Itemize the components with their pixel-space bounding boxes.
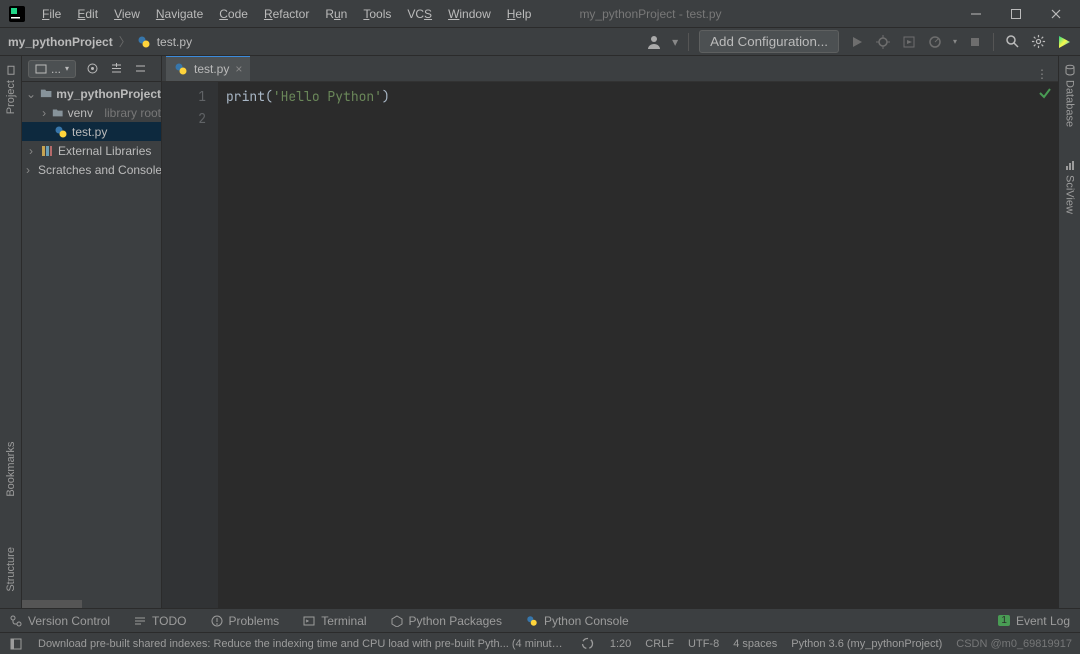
caret-position[interactable]: 1:20: [610, 638, 631, 650]
run-coverage-icon[interactable]: [901, 34, 917, 50]
folder-icon: [40, 87, 52, 101]
library-icon: [40, 144, 54, 158]
python-file-icon: [54, 125, 68, 139]
menu-refactor[interactable]: RefactorRefactor: [256, 3, 317, 25]
left-tool-stripe: Project Structure Bookmarks: [0, 56, 22, 608]
menu-view[interactable]: ViewView: [106, 3, 148, 25]
toolwindows-toggle-icon[interactable]: [8, 636, 24, 652]
project-panel: ... ▾ ⌄ my_pythonProject › venv library …: [22, 56, 162, 608]
menu-help[interactable]: HelpHelp: [499, 3, 540, 25]
watermark-text: CSDN @m0_69819917: [956, 638, 1072, 650]
add-configuration-button[interactable]: Add Configuration...: [699, 30, 839, 53]
tool-window-project[interactable]: Project: [5, 58, 17, 120]
line-separator[interactable]: CRLF: [645, 638, 674, 650]
menu-edit[interactable]: EditEdit: [69, 3, 106, 25]
status-bar: Download pre-built shared indexes: Reduc…: [0, 632, 1080, 654]
python-file-icon: [174, 62, 188, 76]
python-file-icon: [137, 35, 151, 49]
line-number: 2: [162, 108, 206, 130]
background-tasks-icon[interactable]: [580, 636, 596, 652]
tree-root[interactable]: ⌄ my_pythonProject: [22, 84, 161, 103]
app-logo-icon: [8, 5, 26, 23]
run-icon[interactable]: [849, 34, 865, 50]
project-view-selector[interactable]: ... ▾: [28, 60, 76, 78]
panel-scrollbar[interactable]: [22, 600, 161, 608]
window-maximize-icon[interactable]: [996, 0, 1036, 28]
menu-window[interactable]: WindowWindow: [440, 3, 499, 25]
python-interpreter[interactable]: Python 3.6 (my_pythonProject): [791, 638, 942, 650]
tool-window-structure[interactable]: Structure: [5, 547, 17, 592]
menu-file[interactable]: FFileile: [34, 3, 69, 25]
editor-tab-testpy[interactable]: test.py ×: [166, 56, 250, 81]
tool-window-terminal[interactable]: Terminal: [303, 614, 366, 628]
editor-area: test.py × ⋮ 1 2 print('Hello Python'): [162, 56, 1058, 608]
menu-tools[interactable]: ToolsTools: [355, 3, 399, 25]
debug-icon[interactable]: [875, 34, 891, 50]
user-icon[interactable]: [646, 34, 662, 50]
tool-window-python-packages[interactable]: Python Packages: [391, 614, 502, 628]
chevron-right-icon: ›: [26, 163, 30, 177]
bottom-tool-stripe: Version Control TODO Problems Terminal P…: [0, 608, 1080, 632]
tool-window-python-console[interactable]: Python Console: [526, 614, 629, 628]
right-tool-stripe: Database SciView: [1058, 56, 1080, 608]
stop-icon[interactable]: [967, 34, 983, 50]
line-number: 1: [162, 86, 206, 108]
tool-window-problems[interactable]: Problems: [211, 614, 280, 628]
tool-window-bookmarks[interactable]: Bookmarks: [5, 442, 17, 497]
editor-tabs: test.py × ⋮: [162, 56, 1058, 82]
tree-venv[interactable]: › venv library root: [22, 103, 161, 122]
chevron-right-icon: ›: [40, 106, 48, 120]
inspection-ok-icon[interactable]: [1038, 86, 1052, 100]
breadcrumb-file[interactable]: test.py: [157, 35, 192, 49]
project-panel-toolbar: ... ▾: [22, 56, 161, 82]
tree-external-libs[interactable]: › External Libraries: [22, 141, 161, 160]
profile-icon[interactable]: [927, 34, 943, 50]
breadcrumb-project[interactable]: my_pythonProject: [8, 35, 113, 49]
file-encoding[interactable]: UTF-8: [688, 638, 719, 650]
tool-window-database[interactable]: Database: [1064, 58, 1076, 133]
code-editor[interactable]: print('Hello Python'): [218, 82, 1058, 608]
title-bar: FFileile EditEdit ViewView NavigateNavig…: [0, 0, 1080, 28]
close-tab-icon[interactable]: ×: [235, 62, 242, 76]
navigation-bar: my_pythonProject 〉 test.py ▾ Add Configu…: [0, 28, 1080, 56]
project-tree: ⌄ my_pythonProject › venv library root t…: [22, 82, 161, 179]
breadcrumb-separator-icon: 〉: [119, 33, 131, 50]
window-title: my_pythonProject - test.py: [579, 7, 721, 21]
editor-tabs-more-icon[interactable]: ⋮: [1026, 67, 1058, 81]
tool-window-event-log[interactable]: 1 Event Log: [998, 614, 1070, 628]
tool-window-vcs[interactable]: Version Control: [10, 614, 110, 628]
menu-run[interactable]: RunRun: [317, 3, 355, 25]
editor-gutter: 1 2: [162, 82, 218, 608]
expand-all-icon[interactable]: [108, 61, 124, 77]
status-message[interactable]: Download pre-built shared indexes: Reduc…: [38, 638, 566, 650]
ide-brand-icon[interactable]: [1056, 34, 1072, 50]
menu-navigate[interactable]: NavigateNavigate: [148, 3, 211, 25]
tree-file-testpy[interactable]: test.py: [22, 122, 161, 141]
menu-code[interactable]: CodeCode: [211, 3, 256, 25]
locate-icon[interactable]: [84, 61, 100, 77]
search-icon[interactable]: [1004, 34, 1020, 50]
chevron-right-icon: ›: [26, 144, 36, 158]
collapse-all-icon[interactable]: [132, 61, 148, 77]
chevron-down-icon: ⌄: [26, 87, 36, 101]
menu-vcs[interactable]: VCSVCS: [399, 3, 440, 25]
indent-setting[interactable]: 4 spaces: [733, 638, 777, 650]
tool-window-todo[interactable]: TODO: [134, 614, 186, 628]
settings-gear-icon[interactable]: [1030, 34, 1046, 50]
window-close-icon[interactable]: [1036, 0, 1076, 28]
folder-icon: [52, 106, 63, 120]
tree-scratches[interactable]: › Scratches and Consoles: [22, 160, 161, 179]
tool-window-sciview[interactable]: SciView: [1064, 153, 1076, 220]
window-minimize-icon[interactable]: [956, 0, 996, 28]
